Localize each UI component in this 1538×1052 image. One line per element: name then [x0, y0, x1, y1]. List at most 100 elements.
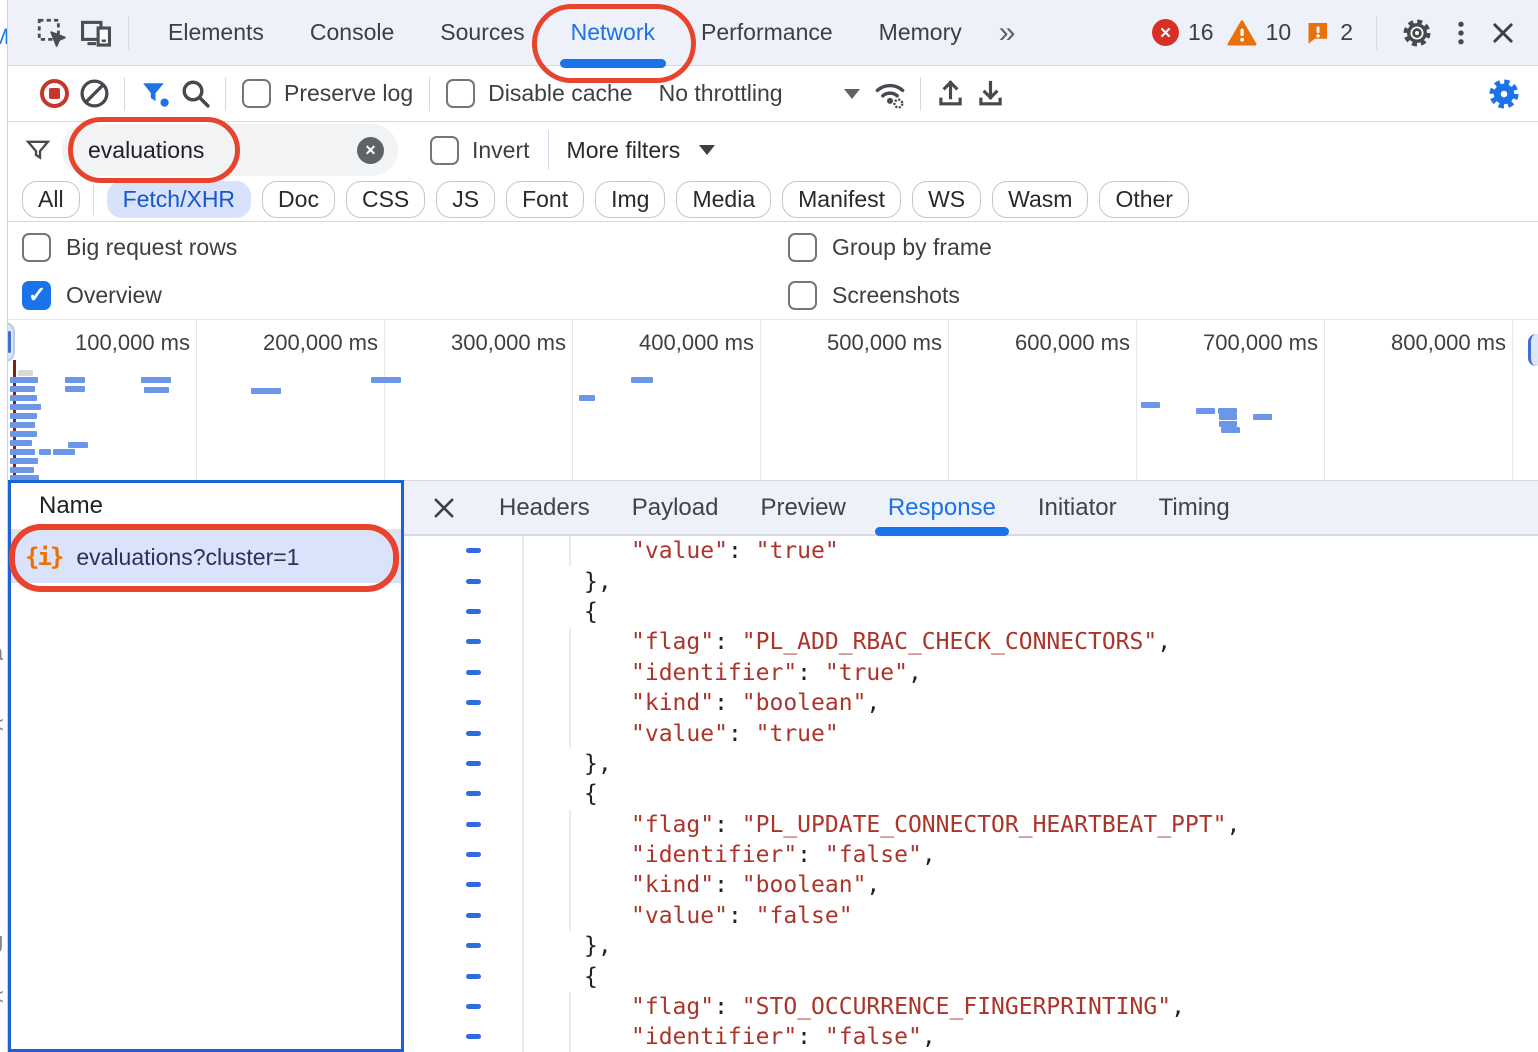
import-har-icon[interactable] — [931, 74, 971, 114]
indent-guide — [569, 810, 571, 840]
detail-tab-payload[interactable]: Payload — [611, 481, 740, 534]
detail-tab-response[interactable]: Response — [867, 481, 1017, 534]
timeline-gridline — [572, 320, 573, 480]
issues-icon[interactable] — [1304, 19, 1331, 46]
tab-console[interactable]: Console — [287, 0, 417, 65]
settings-gear-icon[interactable] — [1400, 16, 1434, 50]
chip-ws[interactable]: WS — [912, 181, 981, 218]
more-filters-label: More filters — [567, 137, 681, 164]
detail-tab-initiator[interactable]: Initiator — [1017, 481, 1138, 534]
json-braces-icon: {i} — [25, 543, 62, 571]
divider — [920, 77, 921, 111]
response-line-text: "value": "false" — [631, 901, 853, 931]
big-request-rows-label: Big request rows — [66, 234, 237, 261]
chip-img[interactable]: Img — [595, 181, 665, 218]
overview-left-handle[interactable] — [8, 322, 15, 362]
preserve-log-checkbox[interactable] — [242, 79, 271, 108]
chip-js[interactable]: JS — [436, 181, 495, 218]
chip-manifest[interactable]: Manifest — [782, 181, 901, 218]
toggle-device-toolbar-icon[interactable] — [74, 11, 118, 55]
more-filters-dropdown[interactable]: More filters — [567, 137, 716, 164]
detail-tab-timing[interactable]: Timing — [1138, 481, 1251, 534]
inspect-element-icon[interactable] — [30, 11, 74, 55]
indent-guide — [569, 658, 571, 688]
filter-icon[interactable] — [135, 74, 175, 114]
divider — [1376, 16, 1377, 50]
more-tabs-icon[interactable]: » — [985, 16, 1030, 50]
search-icon[interactable] — [175, 74, 215, 114]
overview-bar — [10, 467, 34, 473]
group-by-frame-checkbox[interactable] — [788, 233, 817, 262]
detail-tab-headers[interactable]: Headers — [478, 481, 611, 534]
request-row[interactable]: {i}evaluations?cluster=1 — [11, 531, 401, 583]
devtools-top-bar: ElementsConsole Sources Network Performance… — [8, 0, 1538, 66]
page-behind-artifact-glyph: < — [0, 984, 4, 1010]
divider — [225, 77, 226, 111]
kebab-menu-icon[interactable] — [1447, 18, 1475, 48]
warning-icon[interactable] — [1227, 19, 1257, 47]
overview-bar — [10, 449, 35, 455]
disable-cache-checkbox[interactable] — [446, 79, 475, 108]
overview-right-handle[interactable] — [1528, 334, 1538, 366]
export-har-icon[interactable] — [971, 74, 1011, 114]
tab-elements[interactable]: Elements — [145, 0, 287, 65]
line-marker-dash — [466, 609, 481, 614]
tab-memory[interactable]: Memory — [856, 0, 985, 65]
clear-filter-icon[interactable]: ✕ — [357, 137, 384, 164]
indent-guide — [569, 870, 571, 900]
timeline-tick-label: 300,000 ms — [406, 330, 566, 356]
response-line-text: "value": "true" — [631, 536, 839, 566]
chevron-down-icon — [844, 89, 860, 99]
overview-checkbox[interactable] — [22, 281, 51, 310]
invert-checkbox[interactable] — [430, 136, 459, 165]
chip-other[interactable]: Other — [1099, 181, 1189, 218]
page-behind-artifact: g — [0, 928, 7, 954]
tab-network[interactable]: Network — [548, 0, 678, 65]
detail-tab-label: Response — [888, 494, 996, 522]
response-json-lines: "value": "true"},{"flag": "PL_ADD_RBAC_C… — [404, 536, 1538, 1052]
detail-tab-label: Initiator — [1038, 494, 1117, 522]
indent-guide — [569, 901, 571, 931]
chip-wasm[interactable]: Wasm — [992, 181, 1088, 218]
network-bottom-split: Name {i}evaluations?cluster=1 HeadersPay… — [8, 480, 1538, 1052]
error-badge-icon[interactable]: ✕ — [1152, 19, 1179, 46]
overview-bar — [251, 388, 281, 394]
throttling-dropdown[interactable]: No throttling — [659, 80, 860, 107]
overview-bar — [10, 377, 38, 383]
response-line-text: }, — [584, 566, 612, 596]
chip-fetch-xhr[interactable]: Fetch/XHR — [107, 181, 251, 218]
name-column-header[interactable]: Name — [11, 483, 401, 531]
indent-guide — [569, 1022, 571, 1052]
chip-doc[interactable]: Doc — [262, 181, 335, 218]
big-request-rows-checkbox[interactable] — [22, 233, 51, 262]
timeline-tick-label: 700,000 ms — [1158, 330, 1318, 356]
overview-bar — [53, 449, 75, 455]
overview-bar — [1221, 427, 1240, 433]
indent-guide — [569, 536, 571, 566]
tab-label: Sources — [440, 19, 524, 46]
chip-css[interactable]: CSS — [346, 181, 425, 218]
network-conditions-icon[interactable] — [870, 74, 910, 114]
page-behind-artifact-glyph: < — [0, 712, 4, 738]
close-detail-icon[interactable] — [430, 494, 458, 522]
screenshots-checkbox[interactable] — [788, 281, 817, 310]
tab-performance[interactable]: Performance — [678, 0, 856, 65]
clear-network-log-icon[interactable] — [74, 74, 114, 114]
tab-label: Network — [571, 19, 655, 46]
chip-all[interactable]: All — [22, 181, 80, 218]
devtools-window: { "topbar": { "tabs": ["Elements", "Cons… — [0, 0, 1538, 1052]
chip-media[interactable]: Media — [676, 181, 771, 218]
response-body-viewer[interactable]: "value": "true"},{"flag": "PL_ADD_RBAC_C… — [404, 536, 1538, 1052]
filter-input[interactable]: evaluations ✕ — [62, 124, 398, 176]
detail-tab-preview[interactable]: Preview — [739, 481, 866, 534]
close-devtools-icon[interactable] — [1488, 18, 1518, 48]
tab-sources[interactable]: Sources — [417, 0, 547, 65]
timeline-tick-label: 100,000 ms — [30, 330, 190, 356]
chip-font[interactable]: Font — [506, 181, 584, 218]
overview-bar — [39, 449, 51, 455]
response-line-text: "identifier": "false", — [631, 840, 936, 870]
network-overview-timeline[interactable]: 100,000 ms200,000 ms300,000 ms400,000 ms… — [8, 320, 1538, 480]
record-network-log-icon[interactable] — [34, 74, 74, 114]
network-settings-gear-icon[interactable] — [1486, 76, 1522, 112]
overview-bar — [18, 370, 33, 376]
